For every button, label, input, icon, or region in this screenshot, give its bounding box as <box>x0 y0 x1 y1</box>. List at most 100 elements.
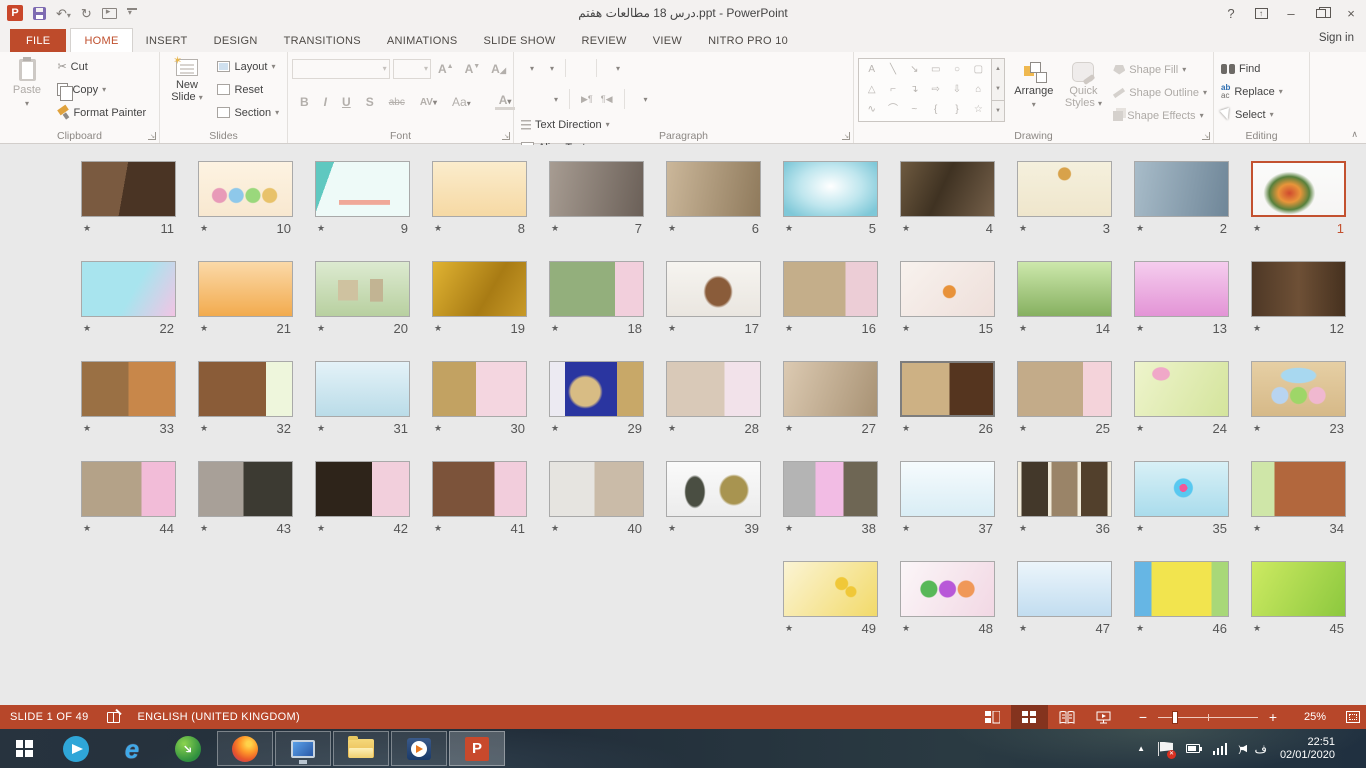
slide-thumbnail-4[interactable]: ★4 <box>900 161 995 239</box>
animation-star-icon[interactable]: ★ <box>785 423 793 434</box>
slide-image[interactable] <box>549 461 644 517</box>
powerpoint-app-icon[interactable]: P <box>7 5 23 21</box>
slide-image[interactable] <box>81 161 176 217</box>
slide-thumbnail-7[interactable]: ★7 <box>549 161 644 239</box>
clear-formatting-button[interactable]: A◢ <box>487 62 510 76</box>
shape-gallery-item[interactable]: ☆ <box>968 100 989 120</box>
slide-image[interactable] <box>900 461 995 517</box>
animation-star-icon[interactable]: ★ <box>317 423 325 434</box>
slide-image[interactable] <box>549 361 644 417</box>
animation-star-icon[interactable]: ★ <box>1253 223 1261 234</box>
quick-styles-button[interactable]: QuickStyles ▾ <box>1063 58 1105 124</box>
power-icon[interactable] <box>1186 744 1200 753</box>
tab-home[interactable]: HOME <box>70 28 132 52</box>
animation-star-icon[interactable]: ★ <box>668 523 676 534</box>
slide-thumbnail-34[interactable]: ★34 <box>1251 461 1346 539</box>
slide-image[interactable] <box>783 561 878 617</box>
slide-thumbnail-41[interactable]: ★41 <box>432 461 527 539</box>
slide-thumbnail-49[interactable]: ★49 <box>783 561 878 639</box>
slide-thumbnail-31[interactable]: ★31 <box>315 361 410 439</box>
animation-star-icon[interactable]: ★ <box>785 523 793 534</box>
slide-image[interactable] <box>1134 161 1229 217</box>
shape-gallery-item[interactable]: ⇨ <box>925 80 946 100</box>
slide-image[interactable] <box>432 461 527 517</box>
slide-image[interactable] <box>900 561 995 617</box>
slide-thumbnail-20[interactable]: ★20 <box>315 261 410 339</box>
animation-star-icon[interactable]: ★ <box>1253 423 1261 434</box>
tab-transitions[interactable]: TRANSITIONS <box>271 29 374 52</box>
shape-effects-button[interactable]: Shape Effects▾ <box>1110 104 1210 127</box>
slide-image[interactable] <box>432 161 527 217</box>
minimize-button[interactable]: – <box>1276 0 1306 26</box>
shape-gallery-item[interactable]: ∿ <box>861 100 882 120</box>
new-slide-button[interactable]: New Slide ▾ <box>164 55 210 127</box>
slide-thumbnail-3[interactable]: ★3 <box>1017 161 1112 239</box>
slide-thumbnail-16[interactable]: ★16 <box>783 261 878 339</box>
slide-thumbnail-33[interactable]: ★33 <box>81 361 176 439</box>
animation-star-icon[interactable]: ★ <box>1253 623 1261 634</box>
animation-star-icon[interactable]: ★ <box>551 323 559 334</box>
slide-thumbnail-42[interactable]: ★42 <box>315 461 410 539</box>
slide-thumbnail-48[interactable]: ★48 <box>900 561 995 639</box>
tab-file[interactable]: FILE <box>10 29 66 52</box>
animation-star-icon[interactable]: ★ <box>1253 323 1261 334</box>
slide-thumbnail-29[interactable]: ★29 <box>549 361 644 439</box>
taskbar-computer[interactable] <box>275 731 331 766</box>
animation-star-icon[interactable]: ★ <box>1019 623 1027 634</box>
select-button[interactable]: Select▾ <box>1218 103 1286 126</box>
slide-image[interactable] <box>1251 261 1346 317</box>
shape-gallery-item[interactable]: ⇩ <box>946 80 967 100</box>
shape-gallery-item[interactable]: ⌂ <box>968 80 989 100</box>
animation-star-icon[interactable]: ★ <box>902 523 910 534</box>
slide-image[interactable] <box>1134 461 1229 517</box>
volume-icon[interactable]: ) <box>1240 744 1241 754</box>
slide-image[interactable] <box>900 361 995 417</box>
font-size-combo[interactable] <box>393 59 431 79</box>
tab-design[interactable]: DESIGN <box>201 29 271 52</box>
shape-gallery-item[interactable]: ⌒ <box>882 100 903 120</box>
animation-star-icon[interactable]: ★ <box>83 423 91 434</box>
slide-image[interactable] <box>1017 161 1112 217</box>
slide-thumbnail-6[interactable]: ★6 <box>666 161 761 239</box>
slide-thumbnail-39[interactable]: ★39 <box>666 461 761 539</box>
gallery-more-icon[interactable]: ▼ <box>992 100 1004 121</box>
slide-image[interactable] <box>783 461 878 517</box>
collapse-ribbon-icon[interactable]: ∧ <box>1351 129 1358 140</box>
slide-thumbnail-19[interactable]: ★19 <box>432 261 527 339</box>
slide-image[interactable] <box>432 361 527 417</box>
slide-thumbnail-9[interactable]: ★9 <box>315 161 410 239</box>
animation-star-icon[interactable]: ★ <box>434 323 442 334</box>
taskbar-powerpoint[interactable]: P <box>449 731 505 766</box>
animation-star-icon[interactable]: ★ <box>1019 223 1027 234</box>
section-button[interactable]: Section▾ <box>214 101 282 124</box>
slide-thumbnail-47[interactable]: ★47 <box>1017 561 1112 639</box>
shape-gallery-item[interactable]: { <box>925 100 946 120</box>
rtl-direction-button[interactable]: ¶◀ <box>601 94 613 105</box>
slide-thumbnail-43[interactable]: ★43 <box>198 461 293 539</box>
scroll-down-icon[interactable]: ▼ <box>992 79 1004 99</box>
shape-gallery-item[interactable]: } <box>946 100 967 120</box>
slide-thumbnail-40[interactable]: ★40 <box>549 461 644 539</box>
slide-thumbnail-26[interactable]: ★26 <box>900 361 995 439</box>
slide-image[interactable] <box>315 161 410 217</box>
animation-star-icon[interactable]: ★ <box>902 423 910 434</box>
slide-image[interactable] <box>666 361 761 417</box>
fit-slide-to-window-icon[interactable] <box>1346 711 1360 723</box>
slide-thumbnail-36[interactable]: ★36 <box>1017 461 1112 539</box>
slide-image[interactable] <box>432 261 527 317</box>
animation-star-icon[interactable]: ★ <box>317 523 325 534</box>
animation-star-icon[interactable]: ★ <box>200 423 208 434</box>
slide-sorter-view[interactable]: ★1★2★3★4★5★6★7★8★9★10★11★12★13★14★15★16★… <box>0 145 1366 705</box>
slide-thumbnail-46[interactable]: ★46 <box>1134 561 1229 639</box>
slide-image[interactable] <box>1251 361 1346 417</box>
taskbar-media-player[interactable] <box>391 731 447 766</box>
animation-star-icon[interactable]: ★ <box>1019 523 1027 534</box>
animation-star-icon[interactable]: ★ <box>551 423 559 434</box>
slide-image[interactable] <box>198 261 293 317</box>
slide-image[interactable] <box>1017 461 1112 517</box>
slide-image[interactable] <box>1134 561 1229 617</box>
slide-thumbnail-1[interactable]: ★1 <box>1251 161 1346 239</box>
customize-qat-icon[interactable] <box>127 8 137 18</box>
slide-image[interactable] <box>783 261 878 317</box>
slide-image[interactable] <box>1017 261 1112 317</box>
